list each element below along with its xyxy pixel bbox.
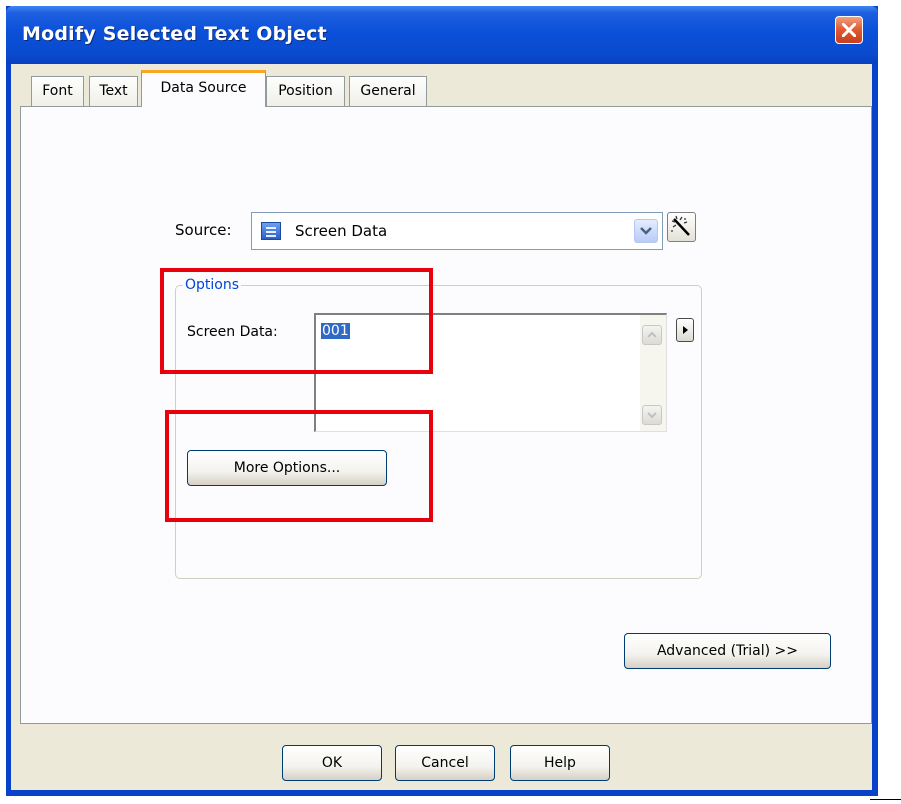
window-title: Modify Selected Text Object [22, 23, 327, 45]
options-group-title: Options [183, 277, 242, 293]
screen-data-icon [261, 222, 281, 240]
source-wizard-button[interactable] [667, 212, 696, 242]
tab-text[interactable]: Text [89, 76, 138, 106]
tab-label: Font [42, 83, 73, 99]
tab-label: Data Source [160, 80, 247, 96]
tab-label: Text [99, 83, 128, 99]
ok-button[interactable]: OK [282, 745, 382, 781]
screen-data-label: Screen Data: [187, 324, 278, 340]
play-arrow-icon [683, 326, 688, 334]
source-value: Screen Data [295, 222, 388, 240]
source-label: Source: [175, 221, 232, 239]
tab-font[interactable]: Font [31, 76, 84, 106]
divider-line [870, 799, 901, 800]
scroll-up-button[interactable] [642, 325, 662, 345]
tab-data-source[interactable]: Data Source [141, 70, 266, 107]
vertical-scrollbar[interactable] [640, 315, 666, 431]
close-x-icon [842, 23, 856, 37]
scroll-down-button[interactable] [642, 405, 662, 425]
screen-data-value: 001 [321, 323, 350, 339]
tab-label: General [360, 83, 416, 99]
tab-general[interactable]: General [349, 76, 427, 106]
source-dropdown-button[interactable] [634, 219, 658, 243]
chevron-up-icon [647, 331, 657, 338]
cancel-button[interactable]: Cancel [395, 745, 495, 781]
source-dropdown[interactable]: Screen Data [251, 212, 663, 250]
chevron-down-icon [640, 227, 652, 235]
tab-position[interactable]: Position [266, 76, 345, 106]
more-options-button[interactable]: More Options... [187, 450, 387, 486]
help-button[interactable]: Help [510, 745, 610, 781]
title-bar[interactable]: Modify Selected Text Object [6, 6, 878, 64]
tab-label: Position [278, 83, 333, 99]
screen-data-expand-button[interactable] [676, 318, 694, 342]
screen-data-input[interactable]: 001 [314, 313, 667, 432]
chevron-down-icon [647, 412, 657, 419]
advanced-button[interactable]: Advanced (Trial) >> [624, 633, 831, 669]
magic-wand-icon [671, 215, 690, 236]
close-button[interactable] [835, 16, 863, 44]
